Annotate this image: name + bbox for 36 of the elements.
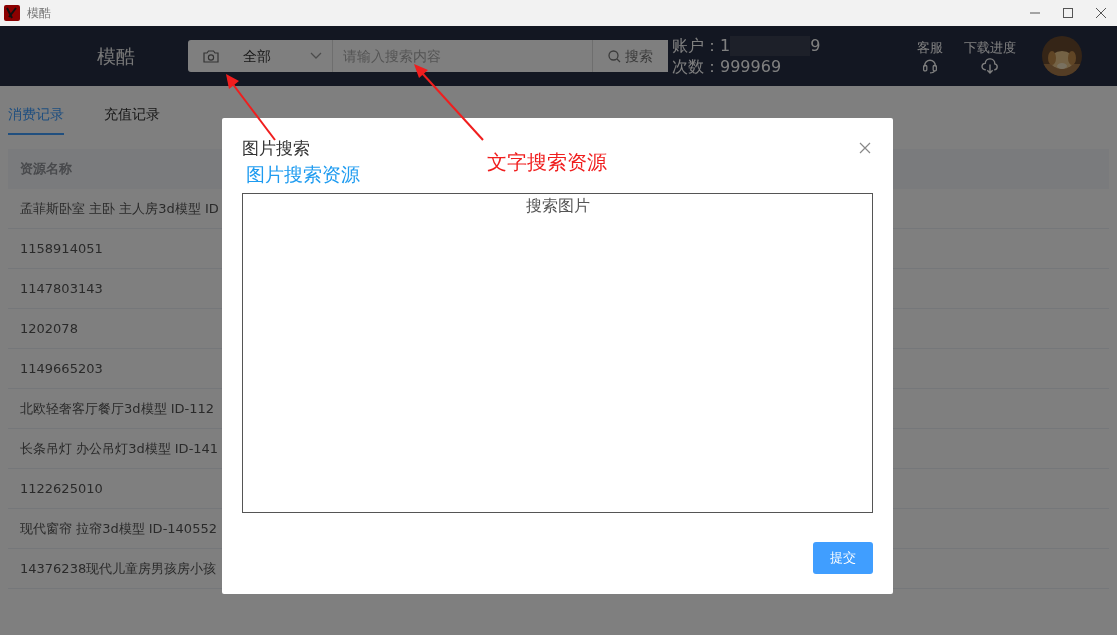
table-cell-text: 1147803143 — [20, 279, 103, 298]
annotation-label: 文字搜索资源 — [487, 149, 607, 176]
account-number: 1 — [720, 35, 731, 55]
header-action[interactable]: 下载进度 — [964, 37, 1016, 75]
account-label: 账户： — [672, 35, 720, 55]
search-button[interactable]: 搜索 — [592, 40, 668, 72]
camera-icon[interactable] — [202, 49, 219, 63]
category-select[interactable]: 全部 — [233, 40, 333, 72]
chevron-down-icon[interactable] — [310, 52, 322, 60]
annotation-label: 图片搜索资源 — [246, 162, 360, 185]
table-cell-text: 孟菲斯卧室 主卧 主人房3d模型 ID — [20, 199, 219, 218]
table-cell-text: 1158914051 — [20, 239, 103, 258]
submit-button[interactable]: 提交 — [813, 542, 873, 574]
search-icon[interactable] — [608, 49, 622, 63]
download-icon[interactable] — [981, 57, 999, 75]
maximize-icon[interactable] — [1061, 7, 1074, 19]
window-title: 模酷 — [26, 5, 51, 22]
close-icon[interactable] — [1094, 7, 1107, 19]
table-cell-text: 1202078 — [20, 319, 78, 338]
dialog-title: 图片搜索 — [242, 137, 310, 160]
table-cell-text: 北欧轻奢客厅餐厅3d模型 ID-112 — [20, 399, 214, 418]
app-logo-icon — [3, 5, 20, 21]
header-action[interactable]: 客服 — [917, 37, 943, 75]
close-icon[interactable] — [859, 141, 873, 156]
account-number: 9 — [810, 35, 821, 55]
table-cell-text: 1149665203 — [20, 359, 103, 378]
table-cell-text: 1122625010 — [20, 479, 103, 498]
app-brand: 模酷 — [97, 44, 135, 67]
count-label: 次数： — [672, 57, 720, 77]
table-cell-text: 14376238现代儿童房男孩房小孩 — [20, 559, 217, 578]
table-cell-text: 现代窗帘 拉帘3d模型 ID-140552 — [20, 519, 217, 538]
upload-area[interactable]: 搜索图片 — [242, 192, 873, 513]
table-cell-text: 长条吊灯 办公吊灯3d模型 ID-141 — [20, 439, 219, 458]
count-value: 999969 — [720, 57, 782, 77]
headset-icon[interactable] — [921, 57, 939, 75]
tab[interactable]: 充值记录 — [104, 96, 160, 135]
